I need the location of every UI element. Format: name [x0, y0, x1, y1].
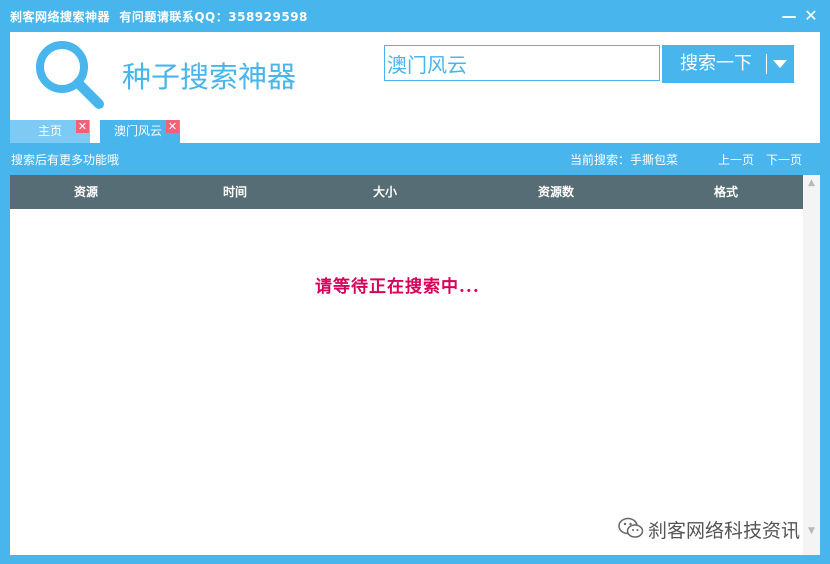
window-title: 刹客网络搜索神器 有问题请联系QQ：358929598 — [10, 10, 308, 24]
loading-message: 请等待正在搜索中... — [315, 277, 480, 297]
current-search-text: 当前搜索：手撕包菜 — [570, 153, 679, 167]
close-icon[interactable]: ✕ — [76, 120, 89, 133]
prev-page-link[interactable]: 上一页 — [718, 151, 754, 168]
scroll-up-icon[interactable]: ▲ — [803, 175, 820, 192]
close-icon[interactable]: ✕ — [166, 120, 179, 133]
hint-text: 搜索后有更多功能哦 — [11, 153, 120, 167]
search-button[interactable]: 搜索一下 — [662, 45, 766, 83]
tab-label: 澳门风云 — [114, 124, 163, 138]
tab-home[interactable]: 主页 ✕ — [10, 120, 90, 143]
search-icon — [36, 41, 104, 109]
info-bar: 搜索后有更多功能哦 当前搜索：手撕包菜 上一页 下一页 — [0, 143, 830, 173]
title-bar[interactable]: 刹客网络搜索神器 有问题请联系QQ：358929598 — ✕ — [0, 0, 830, 32]
search-button-divider — [766, 54, 767, 74]
vertical-scrollbar[interactable]: ▲ ▼ — [803, 175, 820, 555]
column-header-resource[interactable]: 资源 — [36, 175, 136, 209]
tab-label: 主页 — [38, 124, 63, 138]
app-name: 种子搜索神器 — [122, 60, 297, 94]
close-button[interactable]: ✕ — [800, 5, 822, 27]
column-header-format[interactable]: 格式 — [676, 175, 776, 209]
header-panel: 种子搜索神器 搜索一下 — [10, 32, 820, 120]
next-page-link[interactable]: 下一页 — [766, 151, 802, 168]
chevron-down-icon — [773, 60, 787, 68]
search-input[interactable] — [384, 45, 660, 81]
results-table: 资源 时间 大小 资源数 格式 请等待正在搜索中... ▲ ▼ 刹客网络科技资讯 — [10, 175, 820, 555]
wechat-icon — [618, 517, 644, 538]
app-window: 刹客网络搜索神器 有问题请联系QQ：358929598 — ✕ 种子搜索神器 搜… — [0, 0, 830, 564]
column-header-file-count[interactable]: 资源数 — [506, 175, 606, 209]
minimize-button[interactable]: — — [778, 5, 800, 27]
scroll-down-icon[interactable]: ▼ — [803, 523, 820, 540]
search-dropdown-button[interactable] — [766, 45, 794, 83]
column-header-size[interactable]: 大小 — [335, 175, 435, 209]
watermark-text: 刹客网络科技资讯 — [648, 520, 801, 542]
tab-search-result[interactable]: 澳门风云 ✕ — [100, 120, 180, 143]
column-header-time[interactable]: 时间 — [185, 175, 285, 209]
table-header: 资源 时间 大小 资源数 格式 — [10, 175, 803, 209]
tab-strip: 主页 ✕ 澳门风云 ✕ — [10, 120, 820, 143]
